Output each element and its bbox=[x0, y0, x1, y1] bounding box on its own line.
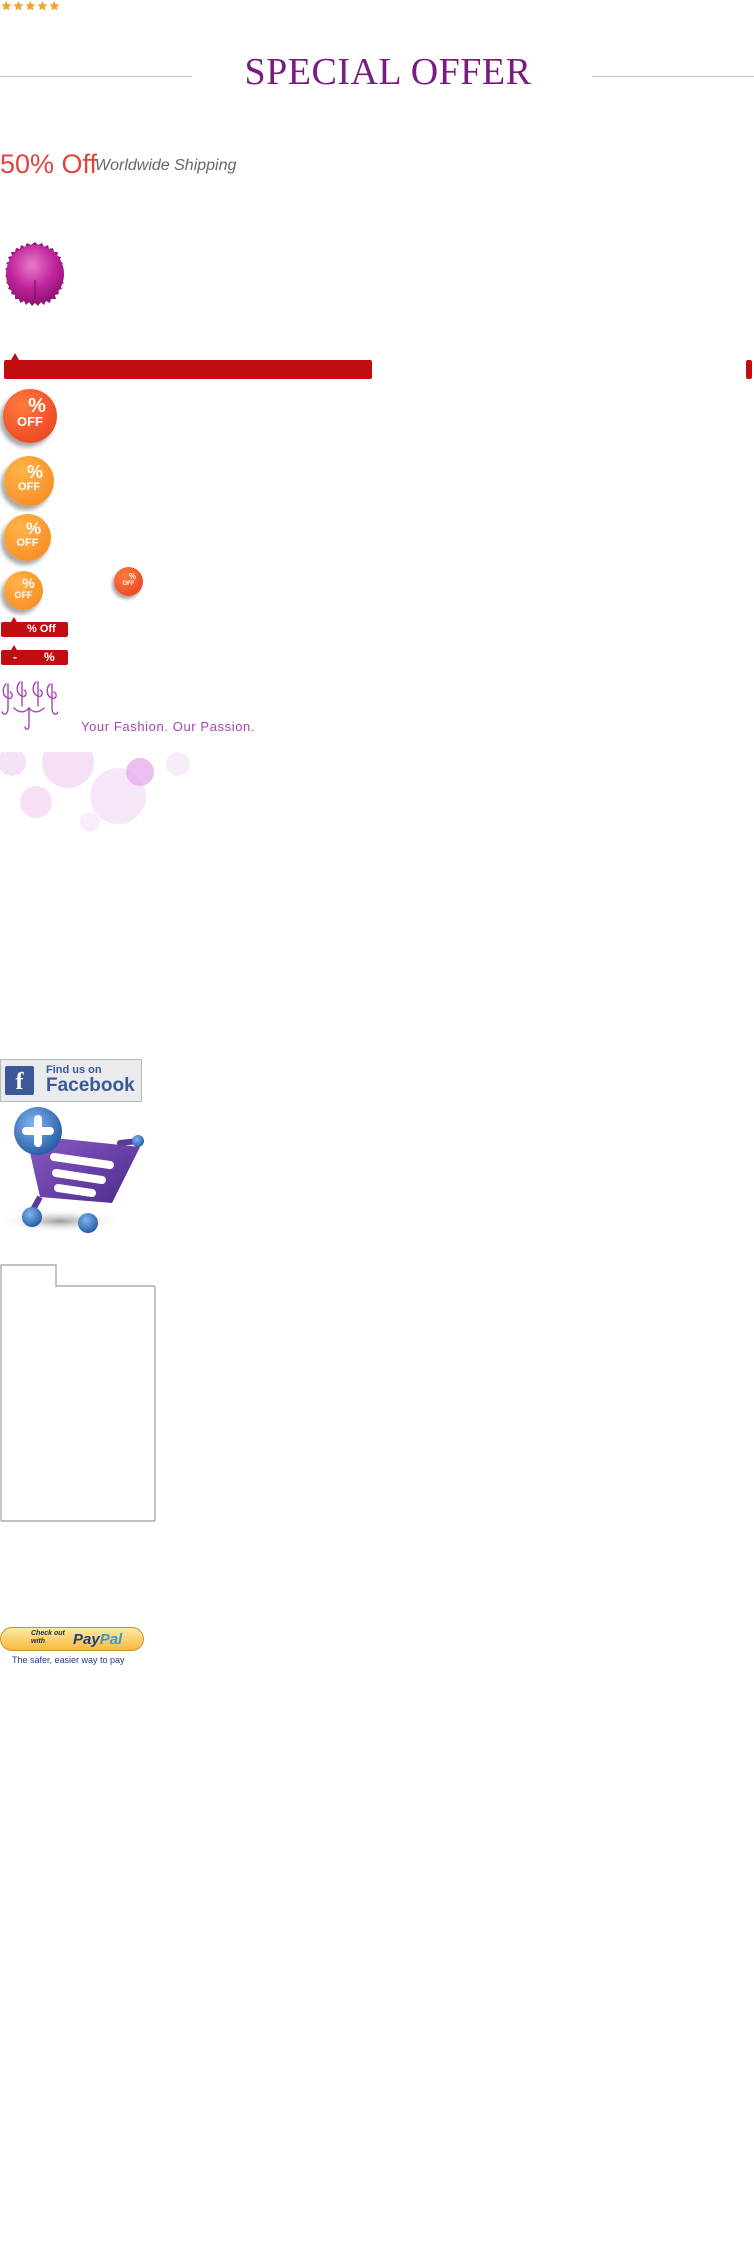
star-icon: ★ bbox=[37, 0, 48, 13]
badge-off-label: OFF bbox=[17, 414, 43, 429]
badge-percent-label: % bbox=[26, 462, 43, 482]
paypal-checkout-button[interactable]: Check out with PayPal bbox=[0, 1627, 144, 1651]
badge-percent-label: % bbox=[25, 519, 42, 538]
badge-percent-label: % bbox=[28, 395, 46, 417]
brand-tagline: Your Fashion. Our Passion. bbox=[81, 719, 256, 734]
bokeh-decoration bbox=[0, 752, 190, 832]
special-offer-title: SPECIAL OFFER bbox=[244, 51, 532, 93]
percent-off-badge: % OFF bbox=[114, 567, 143, 596]
facebook-icon: f bbox=[5, 1066, 34, 1095]
badge-off-label: OFF bbox=[14, 590, 33, 600]
percent-off-badge: % OFF bbox=[3, 389, 57, 443]
star-icon: ★ bbox=[49, 0, 60, 13]
add-to-cart-icon[interactable] bbox=[0, 1105, 146, 1235]
percent-off-badge: % OFF bbox=[4, 456, 54, 506]
star-icon: ★ bbox=[25, 0, 36, 13]
discount-tag: - % bbox=[1, 650, 68, 665]
badge-off-label: OFF bbox=[18, 481, 40, 493]
ribbon-tip bbox=[11, 353, 19, 360]
percent-off-badge: % OFF bbox=[4, 571, 43, 610]
percent-off-badge: % OFF bbox=[4, 514, 51, 561]
paypal-logo-pay: Pay bbox=[73, 1631, 100, 1648]
paypal-logo: PayPal bbox=[73, 1631, 122, 1648]
tag-percent-label: % Off bbox=[27, 623, 56, 635]
facebook-find-us-button[interactable]: f Find us on Facebook bbox=[0, 1059, 142, 1102]
facebook-line2: Facebook bbox=[46, 1075, 135, 1096]
seal-badge-icon bbox=[5, 242, 64, 306]
badge-percent-label: % bbox=[128, 572, 137, 581]
star-rating: ★ ★ ★ ★ ★ bbox=[1, 0, 60, 13]
shipping-label: Worldwide Shipping bbox=[95, 157, 237, 174]
paypal-tagline: The safer, easier way to pay bbox=[12, 1655, 125, 1665]
percent-off-tag: % Off bbox=[1, 622, 68, 637]
tag-percent-label: % bbox=[44, 650, 55, 664]
ribbon-bar bbox=[4, 360, 372, 379]
heading-rule-left bbox=[0, 76, 192, 77]
paypal-checkout-label: Check out with bbox=[31, 1630, 65, 1645]
heading-rule-right bbox=[592, 76, 754, 77]
ornament-icon bbox=[1, 681, 58, 730]
paypal-logo-pal: Pal bbox=[99, 1631, 123, 1648]
folder-icon bbox=[0, 1264, 156, 1522]
badge-percent-label: % bbox=[22, 575, 35, 591]
discount-headline: 50% Off bbox=[0, 149, 98, 179]
star-icon: ★ bbox=[1, 0, 12, 13]
badge-off-label: OFF bbox=[122, 581, 135, 587]
star-icon: ★ bbox=[13, 0, 24, 13]
tag-minus-label: - bbox=[13, 650, 17, 664]
ribbon-end bbox=[746, 360, 752, 379]
badge-off-label: OFF bbox=[16, 537, 39, 549]
